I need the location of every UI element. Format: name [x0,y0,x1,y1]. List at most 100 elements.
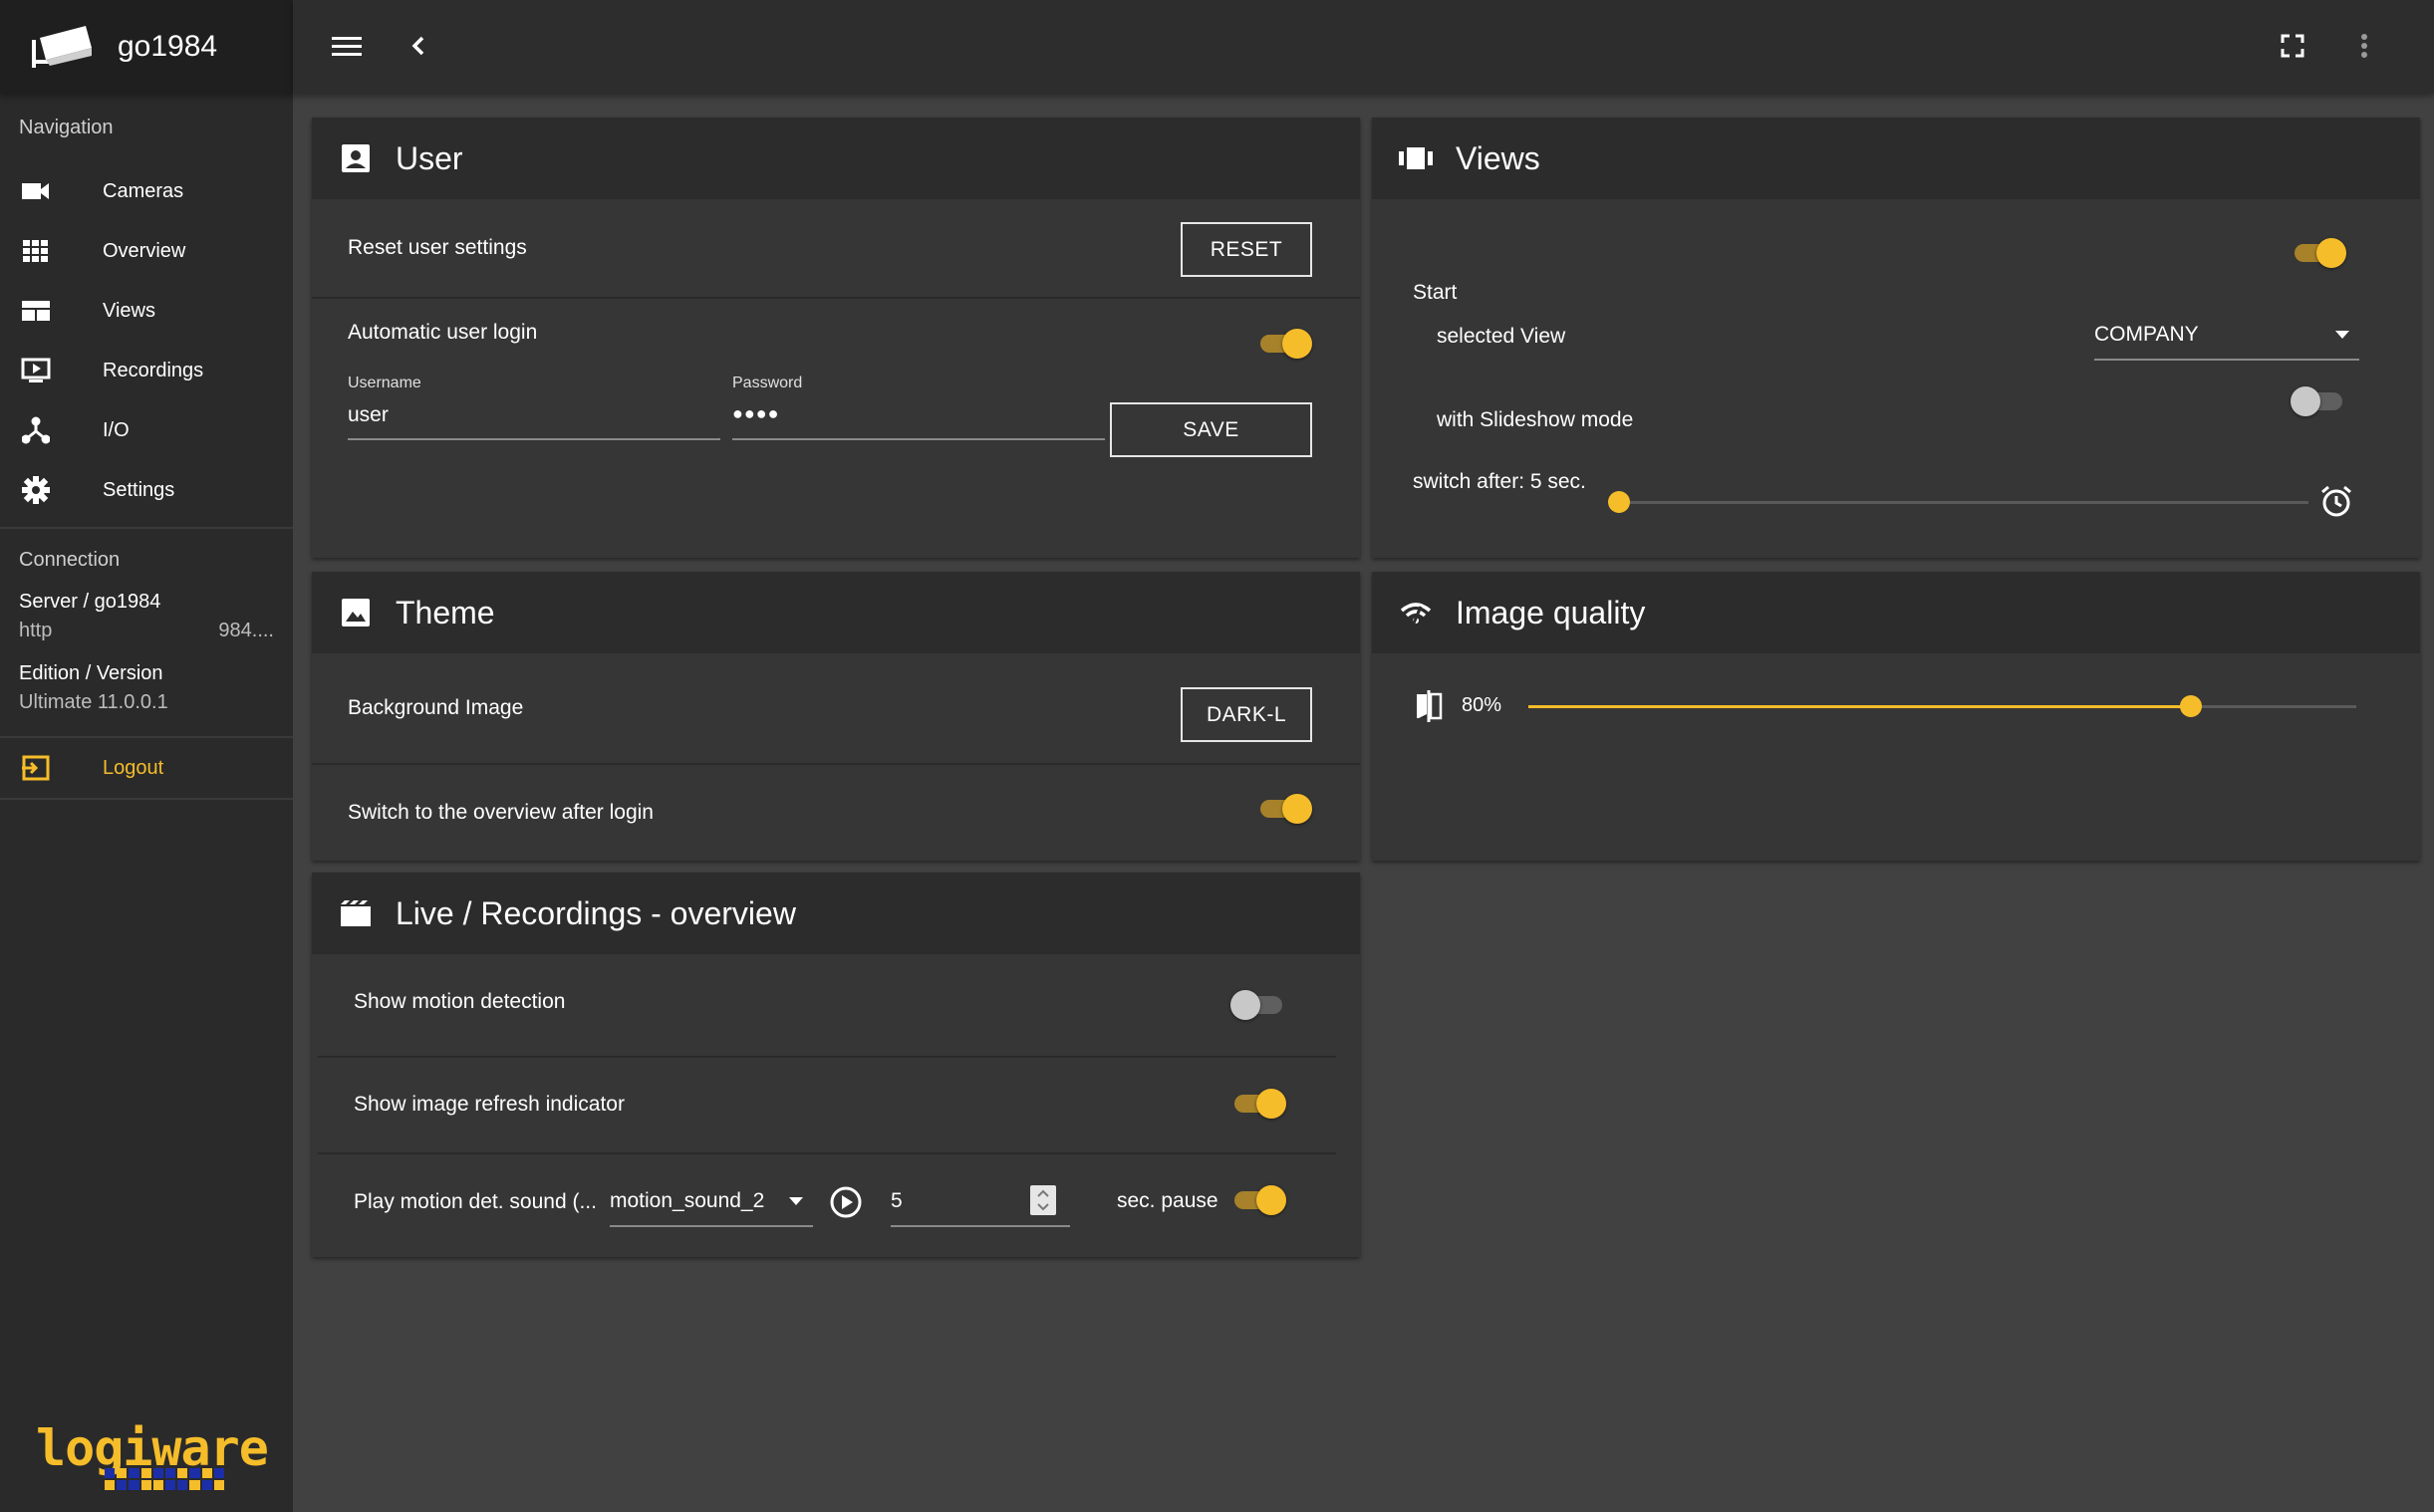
quality-value: 80% [1462,694,1502,716]
user-card-header: User [312,118,1360,199]
pause-seconds-value: 5 [891,1189,903,1212]
more-vert-icon [2361,34,2367,58]
auto-login-row: Automatic user login [312,313,1360,353]
fullscreen-icon [2281,34,2304,58]
reset-button[interactable]: RESET [1181,222,1312,277]
switch-overview-toggle[interactable] [1256,790,1312,826]
sidebar-item-io[interactable]: I/O [0,400,293,460]
start-toggle[interactable] [2291,234,2346,270]
image-icon [338,595,374,630]
selected-view-label: selected View [1437,325,1566,348]
slideshow-row: with Slideshow mode [1372,400,2420,440]
sound-select-value: motion_sound_2 [610,1189,765,1212]
signal-icon [1398,595,1434,630]
sidebar-item-settings[interactable]: Settings [0,460,293,520]
password-input[interactable]: ●●●● [732,403,780,424]
hamburger-icon [332,37,362,56]
sidebar-item-recordings[interactable]: Recordings [0,341,293,400]
user-card-title: User [396,139,463,176]
background-image-button[interactable]: DARK-L [1181,687,1312,742]
views-card: Views Start selected View COMPANY with S… [1372,118,2420,558]
number-spinner-icon[interactable] [1030,1185,1056,1215]
grid-icon [20,235,52,267]
theme-card-title: Theme [396,594,495,630]
sound-select[interactable]: motion_sound_2 [610,1179,813,1227]
sidebar: go1984 Navigation Cameras Overview Views… [0,0,293,1512]
username-label: Username [348,375,421,391]
user-card: User Reset user settings RESET Automatic… [312,118,1360,558]
navigation-heading: Navigation [19,116,114,138]
username-underline [348,438,720,440]
save-button[interactable]: SAVE [1110,402,1312,457]
start-label: Start [1413,281,1458,304]
pause-label: sec. pause [1117,1189,1218,1212]
switch-overview-row: Switch to the overview after login [312,765,1360,861]
motion-toggle[interactable] [1230,986,1286,1022]
play-sound-button[interactable] [829,1185,863,1224]
live-recordings-card: Live / Recordings - overview Show motion… [312,873,1360,1257]
auto-login-toggle[interactable] [1256,325,1312,361]
switch-after-thumb[interactable] [1608,491,1630,513]
input-underline [891,1225,1070,1227]
refresh-toggle[interactable] [1230,1085,1286,1121]
menu-button[interactable] [323,22,371,70]
gear-icon [20,474,52,506]
refresh-row: Show image refresh indicator [312,1058,1360,1151]
logout-icon [20,752,52,784]
sidebar-item-label: Overview [103,239,186,262]
select-underline [610,1225,813,1227]
background-label: Background Image [348,696,524,719]
sidebar-item-cameras[interactable]: Cameras [0,161,293,221]
logiware-logo-grid [105,1468,224,1490]
motion-label: Show motion detection [354,990,566,1013]
sidebar-divider [0,798,293,800]
server-url-prefix: http [19,620,53,641]
sidebar-item-views[interactable]: Views [0,281,293,341]
slideshow-toggle[interactable] [2291,382,2346,418]
server-url-suffix: 984.... [218,620,274,641]
username-input[interactable]: user [348,403,389,427]
select-underline [2094,359,2359,361]
image-quality-card-header: Image quality [1372,572,2420,653]
sidebar-item-label: Cameras [103,179,184,202]
alarm-clock-icon[interactable] [2319,484,2353,523]
start-row: Start [1372,273,2420,313]
selected-view-select[interactable]: COMPANY [2094,315,2359,363]
server-url: http 984.... [19,620,274,642]
switch-overview-label: Switch to the overview after login [348,801,654,824]
play-circle-icon [830,1186,862,1218]
row-divider [312,297,1360,299]
view-carousel-icon [1398,140,1434,176]
dropdown-arrow-icon [2335,331,2349,339]
server-label: Server / go1984 [19,591,161,613]
slideshow-label: with Slideshow mode [1437,408,1634,431]
more-options-button[interactable] [2340,22,2388,70]
brand-header: go1984 [0,0,293,94]
sound-toggle[interactable] [1230,1181,1286,1217]
views-icon [20,295,52,327]
views-card-title: Views [1456,139,1540,176]
logout-label: Logout [103,756,164,779]
password-label: Password [732,375,803,391]
switch-after-track [1618,501,2308,504]
live-recordings-card-title: Live / Recordings - overview [396,894,796,931]
movie-icon [338,895,374,931]
server-info: Server / go1984 http 984.... Edition / V… [0,591,293,714]
camera-logo-icon [32,26,92,68]
switch-after-label: switch after: 5 sec. [1413,470,1586,493]
camera-icon [20,175,52,207]
logout-button[interactable]: Logout [0,738,293,798]
fullscreen-button[interactable] [2269,22,2316,70]
compare-icon [1414,690,1444,727]
pause-seconds-input[interactable]: 5 [891,1179,1070,1227]
sidebar-item-overview[interactable]: Overview [0,221,293,281]
reset-label: Reset user settings [348,236,527,259]
back-button[interactable] [395,22,442,70]
connection-heading: Connection [19,548,121,571]
image-quality-card-title: Image quality [1456,594,1646,630]
quality-slider-thumb[interactable] [2179,695,2202,717]
views-card-header: Views [1372,118,2420,199]
refresh-label: Show image refresh indicator [354,1093,625,1116]
sound-label: Play motion det. sound (... [354,1190,597,1213]
sidebar-item-label: Views [103,299,155,322]
